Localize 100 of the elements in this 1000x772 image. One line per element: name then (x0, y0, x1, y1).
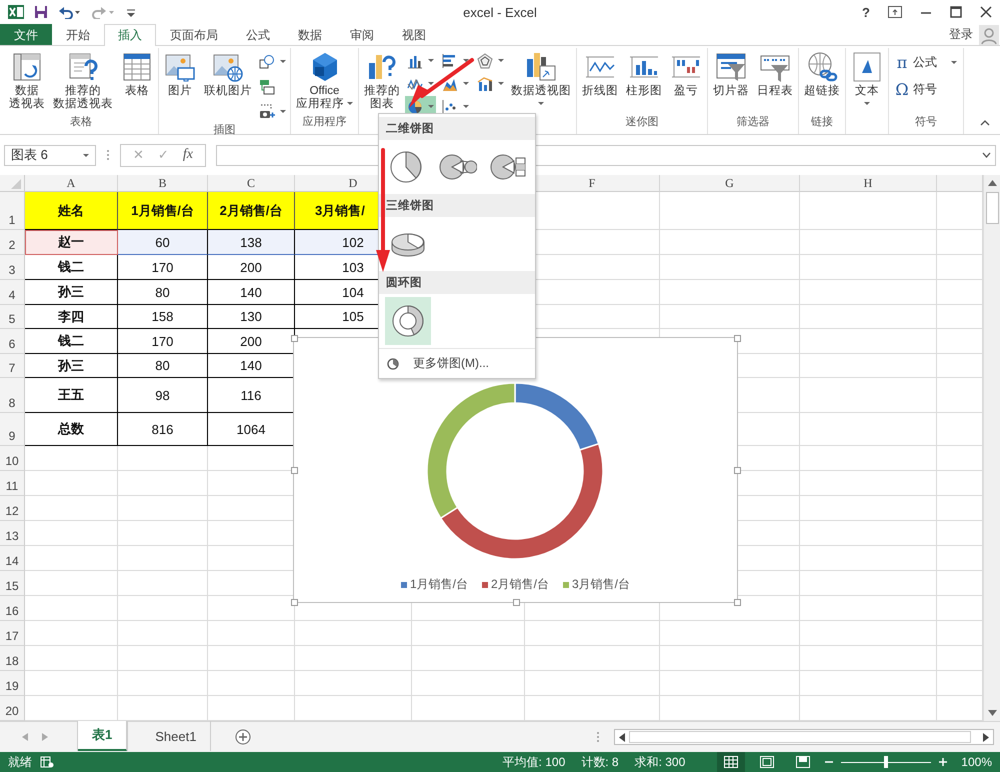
row-header[interactable]: 4 (0, 280, 25, 305)
scroll-bar[interactable] (983, 175, 1000, 721)
table-cell: 170 (118, 329, 208, 354)
ribbon-tab[interactable]: 数据 (284, 24, 336, 45)
ribbon-button[interactable]: 表格 (118, 48, 156, 98)
row-header[interactable]: 18 (0, 646, 25, 671)
help-button[interactable]: ? (862, 4, 870, 20)
row-header[interactable]: 5 (0, 305, 25, 329)
resize-handle[interactable] (291, 335, 298, 342)
scroll-up-icon[interactable] (988, 180, 996, 186)
caret-icon (347, 102, 353, 106)
chart-type-option[interactable] (385, 297, 431, 345)
ribbon-button[interactable]: 推荐的 数据透视表 (50, 48, 116, 111)
caret-icon (864, 102, 870, 105)
name-box[interactable]: 图表 6 (4, 144, 96, 166)
ribbon-tab[interactable]: 视图 (388, 24, 440, 45)
avatar-icon[interactable] (979, 24, 999, 44)
ribbon-button[interactable]: 切片器 (710, 48, 752, 98)
sheet-tab[interactable]: Sheet1 (141, 721, 212, 751)
column-header[interactable]: H (800, 175, 937, 192)
ribbon-tab[interactable]: 开始 (52, 24, 104, 45)
ribbon-button[interactable]: 图片 (161, 48, 199, 98)
macro-record-icon[interactable] (40, 756, 54, 768)
grip-icon (596, 731, 600, 743)
menu-item[interactable]: 更多饼图(M)... (379, 348, 535, 378)
table-cell: 140 (208, 280, 295, 305)
zoom-in-icon[interactable] (939, 758, 948, 766)
column-header[interactable]: C (208, 175, 295, 192)
resize-handle[interactable] (291, 467, 298, 474)
close-icon[interactable] (980, 6, 992, 18)
undo-icon[interactable] (58, 5, 82, 19)
sign-in-link[interactable]: 登录 (943, 24, 979, 45)
row-header[interactable]: 3 (0, 255, 25, 280)
radar-chart-icon (477, 52, 493, 68)
ribbon-button[interactable]: 联机图片 (201, 48, 255, 98)
ribbon-tab[interactable]: 页面布局 (156, 24, 232, 45)
ribbon-button[interactable]: 盈亏 (667, 48, 705, 98)
row-header[interactable]: 19 (0, 671, 25, 696)
ribbon-button[interactable]: 日程表 (754, 48, 796, 98)
column-header[interactable]: B (118, 175, 208, 192)
resize-handle[interactable] (734, 599, 741, 606)
row-header[interactable]: 7 (0, 354, 25, 378)
column-header[interactable]: A (25, 175, 118, 192)
ribbon-display-icon[interactable] (888, 6, 902, 18)
row-header[interactable]: 15 (0, 571, 25, 596)
caret-icon (951, 61, 957, 64)
file-tab[interactable]: 文件 (0, 24, 52, 45)
table-cell: 钱二 (25, 255, 118, 280)
ribbon-button[interactable]: Ω 符号 (891, 78, 961, 101)
row-header[interactable]: 10 (0, 446, 25, 471)
insert-function-button[interactable]: fx (182, 147, 193, 163)
ribbon-button[interactable]: Office 应用程序 (293, 48, 356, 111)
ribbon-tab[interactable]: 插入 (104, 24, 156, 46)
ribbon-button[interactable]: 推荐的 图表 (361, 48, 403, 111)
expand-icon[interactable] (982, 152, 991, 158)
group-label: 迷你图 (626, 115, 658, 130)
row-header[interactable]: 14 (0, 546, 25, 571)
scroll-thumb[interactable] (629, 731, 971, 743)
row-header[interactable]: 1 (0, 192, 25, 230)
scroll-left-icon[interactable] (619, 732, 625, 742)
ribbon-button[interactable]: 数据 透视表 (6, 48, 48, 111)
zoom-level[interactable]: 100% (961, 755, 992, 769)
table-cell: 170 (118, 255, 208, 280)
sheet-tab[interactable]: 表1 (78, 721, 128, 751)
ribbon-button[interactable]: 柱形图 (623, 48, 665, 98)
row-header[interactable]: 12 (0, 496, 25, 521)
scroll-right-icon[interactable] (983, 732, 989, 742)
ribbon-button[interactable]: π 公式 (891, 51, 961, 74)
ribbon-button[interactable]: 折线图 (579, 48, 621, 98)
ribbon-tab[interactable]: 审阅 (336, 24, 388, 45)
zoom-thumb[interactable] (884, 756, 888, 768)
row-header[interactable]: 8 (0, 378, 25, 413)
row-header[interactable]: 6 (0, 329, 25, 354)
header-cell: 姓名 (25, 192, 118, 230)
view-button[interactable] (717, 752, 746, 772)
resize-handle[interactable] (512, 599, 520, 606)
row-header[interactable]: 17 (0, 621, 25, 646)
ribbon-button[interactable]: 数据透视图 (508, 48, 574, 105)
ribbon-button[interactable]: 超链接 (801, 48, 843, 98)
collapse-icon[interactable] (980, 120, 990, 126)
zoom-slider[interactable] (841, 756, 932, 768)
resize-handle[interactable] (734, 335, 741, 342)
ribbon-tab[interactable]: 公式 (232, 24, 284, 45)
column-header[interactable]: G (660, 175, 800, 192)
row-header[interactable]: 11 (0, 471, 25, 496)
row-header[interactable]: 2 (0, 230, 25, 255)
row-header[interactable]: 9 (0, 413, 25, 446)
scroll-down-icon[interactable] (988, 710, 996, 716)
row-header[interactable]: 16 (0, 596, 25, 621)
maximize-icon[interactable] (950, 6, 962, 18)
scroll-bar[interactable] (614, 729, 994, 745)
add-sheet-icon[interactable] (235, 729, 252, 745)
ribbon-button[interactable]: 文本 (848, 48, 886, 105)
scroll-thumb[interactable] (986, 192, 998, 224)
resize-handle[interactable] (291, 599, 298, 606)
row-header[interactable]: 13 (0, 521, 25, 546)
menu-section-header: 三维饼图 (379, 194, 535, 217)
row-header[interactable]: 20 (0, 696, 25, 721)
resize-handle[interactable] (734, 467, 741, 474)
table-cell: 孙三 (25, 354, 118, 378)
